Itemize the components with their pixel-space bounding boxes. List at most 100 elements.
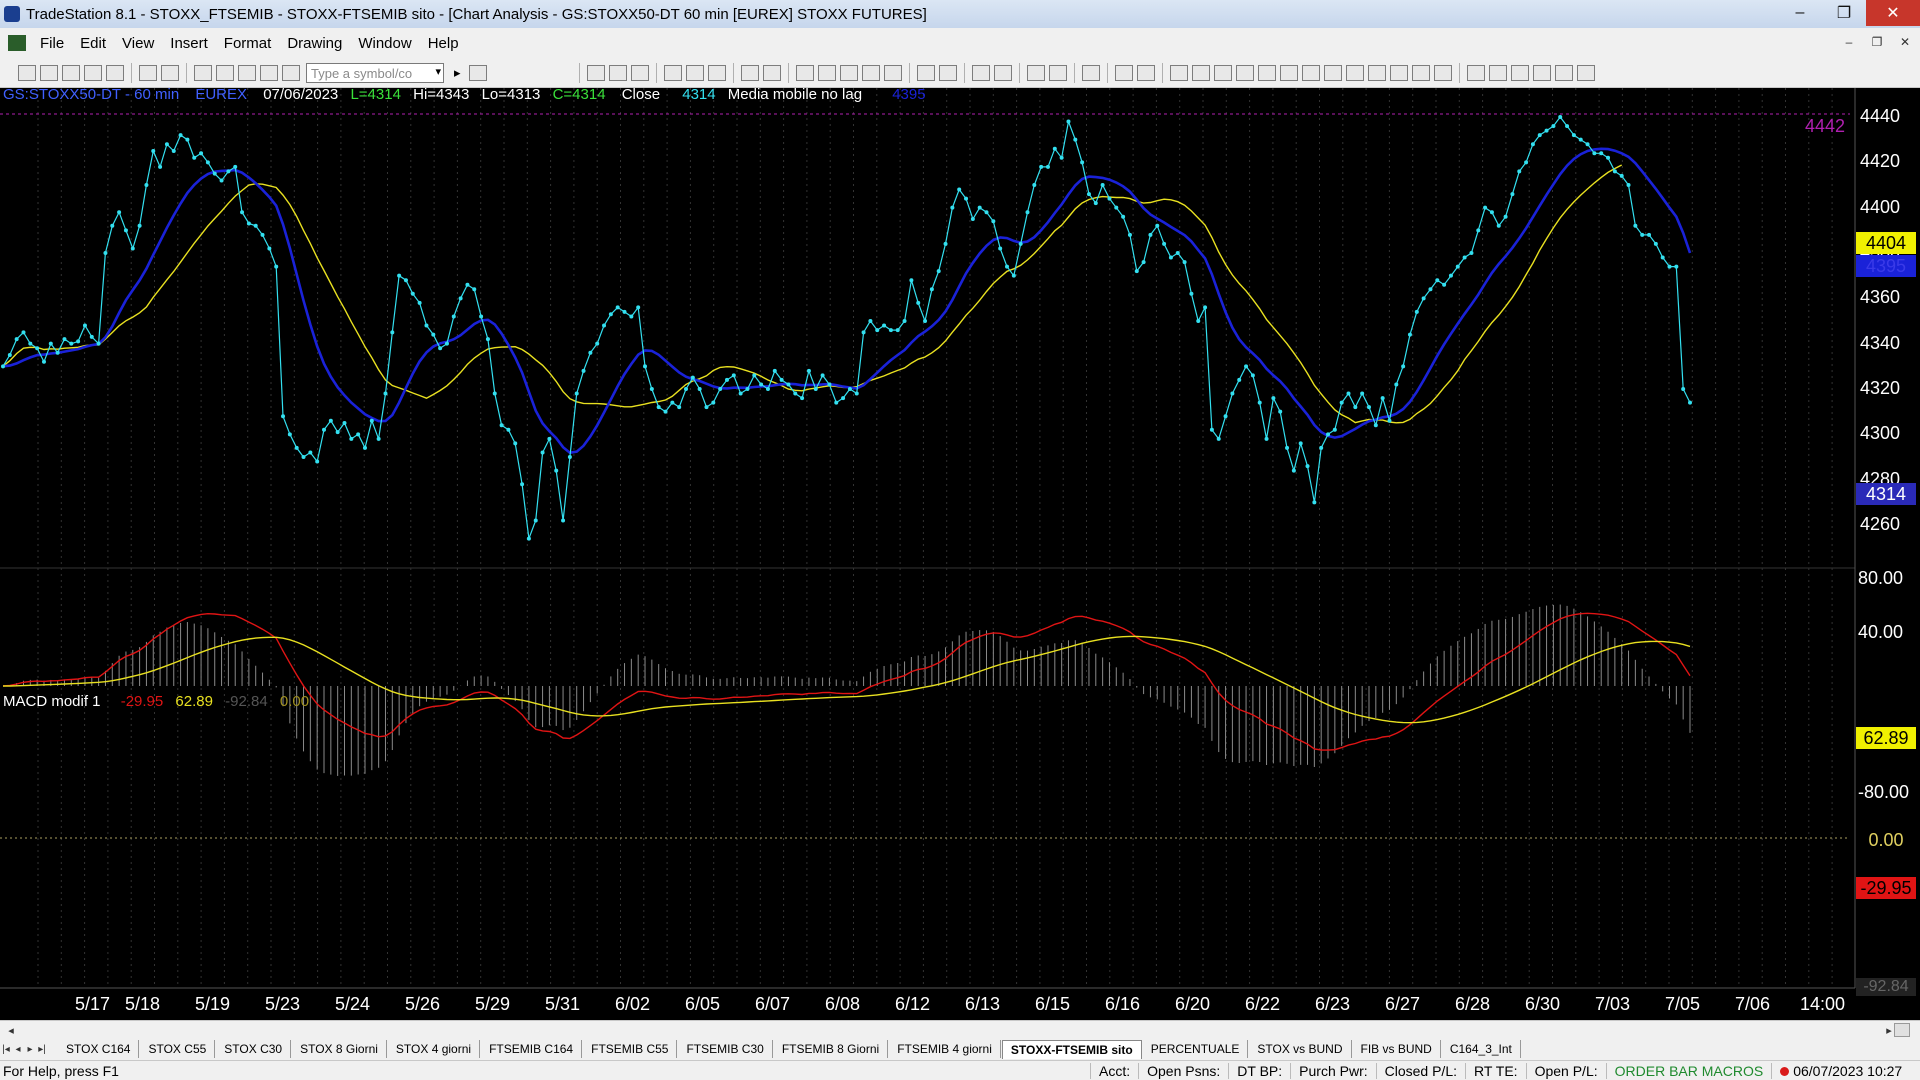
vertical-lines-icon[interactable]: [1191, 64, 1210, 81]
paintbar-icon[interactable]: [707, 64, 726, 81]
strategy-icon[interactable]: [260, 64, 278, 81]
symbol-lookup-icon[interactable]: [468, 64, 487, 81]
cycle-lines-icon[interactable]: [1301, 64, 1320, 81]
close-button[interactable]: ✕: [1866, 0, 1920, 26]
scroll-thumb[interactable]: [1894, 1023, 1910, 1037]
symbol-dropdown-icon[interactable]: ▾: [435, 65, 441, 78]
arrow-down-icon[interactable]: [1488, 64, 1507, 81]
freehand-icon[interactable]: [1433, 64, 1452, 81]
tab-stoxx-ftsemib-sito[interactable]: STOXX-FTSEMIB sito: [1001, 1039, 1142, 1059]
text-tool-icon[interactable]: [1576, 64, 1595, 81]
menu-drawing[interactable]: Drawing: [279, 35, 350, 52]
window-cascade-icon[interactable]: [216, 64, 234, 81]
zoom-in-icon[interactable]: [971, 64, 990, 81]
new-workspace-icon[interactable]: [84, 64, 102, 81]
order-bar-macros-button[interactable]: ORDER BAR MACROS: [1605, 1062, 1772, 1079]
pointer-icon[interactable]: [1026, 64, 1045, 81]
tab-stox-4-giorni[interactable]: STOX 4 giorni: [388, 1040, 481, 1058]
pencil-icon[interactable]: [1169, 64, 1188, 81]
tab-stox-8-giorni[interactable]: STOX 8 Giorni: [292, 1040, 387, 1058]
chart-window-icon[interactable]: [8, 35, 26, 51]
tab-stox-vs-bund[interactable]: STOX vs BUND: [1249, 1040, 1352, 1058]
open-workspace-icon[interactable]: [62, 64, 80, 81]
arrow-up-icon[interactable]: [1510, 64, 1529, 81]
parallel-lines-icon[interactable]: [1367, 64, 1386, 81]
close-point: [1305, 464, 1310, 469]
insert-indicator-icon[interactable]: [663, 64, 682, 81]
close-point: [800, 396, 805, 401]
print-preview-icon[interactable]: [139, 64, 157, 81]
mdi-close-button[interactable]: ✕: [1894, 32, 1916, 52]
rectangle-icon[interactable]: [1554, 64, 1573, 81]
scatter-icon[interactable]: [817, 64, 836, 81]
open-folder-icon[interactable]: [40, 64, 58, 81]
chart-analysis-icon[interactable]: [586, 64, 605, 81]
lock-icon[interactable]: [238, 64, 256, 81]
radarscreen-icon[interactable]: [608, 64, 627, 81]
gann-icon[interactable]: [1235, 64, 1254, 81]
menu-window[interactable]: Window: [350, 35, 419, 52]
speed-lines-icon[interactable]: [1257, 64, 1276, 81]
tab-percentuale[interactable]: PERCENTUALE: [1143, 1040, 1249, 1058]
fan-lines-icon[interactable]: [1279, 64, 1298, 81]
tab-prev-icon[interactable]: ◂: [12, 1044, 24, 1055]
menu-help[interactable]: Help: [420, 35, 467, 52]
menu-format[interactable]: Format: [216, 35, 280, 52]
save-icon[interactable]: [106, 64, 124, 81]
print-icon[interactable]: [161, 64, 179, 81]
horizontal-lines-icon[interactable]: [1213, 64, 1232, 81]
fibonacci-fan-icon[interactable]: [1323, 64, 1342, 81]
trade-icon[interactable]: [1048, 64, 1067, 81]
close-point: [1387, 418, 1392, 423]
export-icon[interactable]: [1114, 64, 1133, 81]
fibonacci-arc-icon[interactable]: [1411, 64, 1430, 81]
tab-first-icon[interactable]: |◂: [0, 1044, 12, 1055]
spacing-out-icon[interactable]: [938, 64, 957, 81]
zoom-out-icon[interactable]: [993, 64, 1012, 81]
menu-edit[interactable]: Edit: [72, 35, 114, 52]
horizontal-arrow-icon[interactable]: [1345, 64, 1364, 81]
tab-next-icon[interactable]: ▸: [24, 1044, 36, 1055]
tab-stox-c164[interactable]: STOX C164: [58, 1040, 140, 1058]
ohlc-bar-icon[interactable]: [883, 64, 902, 81]
menu-view[interactable]: View: [114, 35, 162, 52]
symbol-input[interactable]: Type a symbol/co ▾: [306, 62, 444, 83]
data-window-icon[interactable]: [795, 64, 814, 81]
insert-strategy-icon[interactable]: [685, 64, 704, 81]
tab-ftsemib-4-giorni[interactable]: FTSEMIB 4 giorni: [889, 1040, 1001, 1058]
tab-c164-3-int[interactable]: C164_3_Int: [1442, 1040, 1521, 1058]
tab-ftsemib-c164[interactable]: FTSEMIB C164: [481, 1040, 583, 1058]
matrix-icon[interactable]: [630, 64, 649, 81]
regression-channel-icon[interactable]: [1389, 64, 1408, 81]
trendline-icon[interactable]: [1466, 64, 1485, 81]
format-window-icon[interactable]: [762, 64, 781, 81]
menu-insert[interactable]: Insert: [162, 35, 216, 52]
tab-stox-c55[interactable]: STOX C55: [140, 1040, 216, 1058]
ellipse-icon[interactable]: [1532, 64, 1551, 81]
tab-fib-vs-bund[interactable]: FIB vs BUND: [1353, 1040, 1441, 1058]
tab-ftsemib-c30[interactable]: FTSEMIB C30: [678, 1040, 773, 1058]
mdi-minimize-button[interactable]: –: [1838, 32, 1860, 52]
candlestick-icon[interactable]: [839, 64, 858, 81]
minimize-button[interactable]: ‒: [1778, 0, 1822, 26]
globe-icon[interactable]: [282, 64, 300, 81]
scroll-left-icon[interactable]: ◂: [2, 1021, 20, 1039]
maximize-button[interactable]: ❐: [1822, 0, 1866, 26]
bar-chart-icon[interactable]: [861, 64, 880, 81]
format-symbol-icon[interactable]: [740, 64, 759, 81]
tools-icon[interactable]: [1081, 64, 1100, 81]
symbol-go-icon[interactable]: ▸: [454, 65, 461, 81]
chart-analysis-window[interactable]: GS:STOXX50-DT - 60 min EUREX 07/06/2023 …: [0, 86, 1920, 1020]
tab-stox-c30[interactable]: STOX C30: [216, 1040, 292, 1058]
spacing-in-icon[interactable]: [916, 64, 935, 81]
chart-canvas[interactable]: [0, 88, 1920, 1020]
mdi-restore-button[interactable]: ❐: [1866, 32, 1888, 52]
workspace-tab-bar: |◂ ◂ ▸ ▸| STOX C164 STOX C55 STOX C30 ST…: [0, 1038, 1920, 1060]
tab-last-icon[interactable]: ▸|: [36, 1044, 48, 1055]
tab-ftsemib-c55[interactable]: FTSEMIB C55: [583, 1040, 678, 1058]
horizontal-scrollbar[interactable]: ◂ ▸: [0, 1020, 1920, 1038]
new-file-icon[interactable]: [18, 64, 36, 81]
tab-ftsemib-8-giorni[interactable]: FTSEMIB 8 Giorni: [774, 1040, 889, 1058]
window-tile-icon[interactable]: [194, 64, 212, 81]
menu-file[interactable]: File: [32, 35, 72, 52]
